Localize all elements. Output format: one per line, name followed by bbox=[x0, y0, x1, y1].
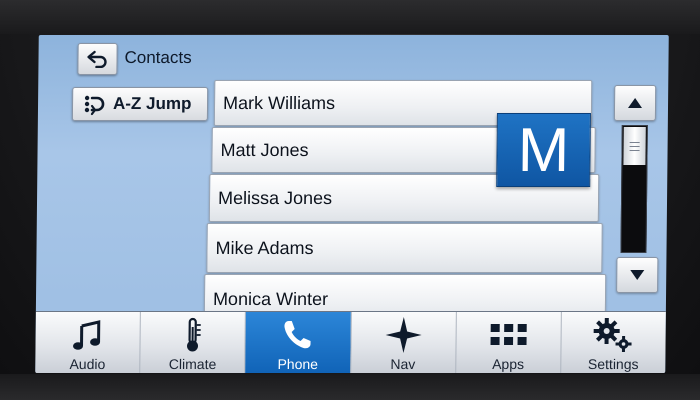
nav-label: Climate bbox=[168, 356, 217, 372]
nav-item-nav[interactable]: Nav bbox=[350, 312, 457, 373]
bottom-nav-bar: Audio Climate Phone Nav Apps Settings bbox=[35, 311, 666, 373]
gears-icon bbox=[593, 318, 632, 352]
back-arrow-icon bbox=[87, 50, 107, 68]
music-note-icon bbox=[73, 320, 101, 350]
voice-dial-icon bbox=[84, 95, 105, 116]
nav-label: Apps bbox=[492, 356, 525, 372]
nav-label: Audio bbox=[69, 356, 106, 372]
scrollbar-track[interactable] bbox=[620, 125, 648, 253]
nav-item-settings[interactable]: Settings bbox=[561, 312, 666, 373]
grid-icon bbox=[490, 324, 527, 345]
scrollbar-thumb[interactable] bbox=[623, 127, 646, 165]
phone-icon bbox=[284, 321, 311, 349]
contact-name: Mike Adams bbox=[215, 237, 314, 258]
triangle-up-icon bbox=[628, 98, 643, 108]
scroll-up-button[interactable] bbox=[613, 85, 657, 121]
infotainment-screen: Contacts A-Z Jump Mark Williams Matt Jon… bbox=[35, 35, 669, 373]
bezel-bottom bbox=[0, 374, 700, 400]
nav-item-apps[interactable]: Apps bbox=[455, 312, 562, 373]
scroll-down-button[interactable] bbox=[616, 257, 659, 293]
thermometer-icon bbox=[187, 317, 201, 352]
nav-label: Phone bbox=[277, 356, 319, 372]
nav-label: Settings bbox=[587, 356, 639, 372]
contact-name: Mark Williams bbox=[222, 92, 336, 113]
triangle-down-icon bbox=[630, 270, 645, 280]
alphabet-letter-indicator: M bbox=[496, 113, 591, 187]
contact-name: Melissa Jones bbox=[217, 187, 333, 208]
compass-star-icon bbox=[385, 317, 422, 353]
nav-item-phone[interactable]: Phone bbox=[245, 312, 352, 373]
bezel-top bbox=[0, 0, 700, 34]
nav-item-climate[interactable]: Climate bbox=[140, 312, 247, 373]
az-jump-label: A-Z Jump bbox=[112, 94, 192, 113]
contact-row[interactable]: Mike Adams bbox=[206, 223, 603, 273]
contact-name: Matt Jones bbox=[220, 139, 309, 160]
az-jump-button[interactable]: A-Z Jump bbox=[71, 87, 209, 121]
nav-item-audio[interactable]: Audio bbox=[35, 312, 142, 373]
back-button[interactable] bbox=[77, 43, 118, 75]
page-title: Contacts bbox=[124, 48, 192, 67]
contact-name: Monica Winter bbox=[212, 288, 329, 309]
nav-label: Nav bbox=[390, 356, 416, 372]
